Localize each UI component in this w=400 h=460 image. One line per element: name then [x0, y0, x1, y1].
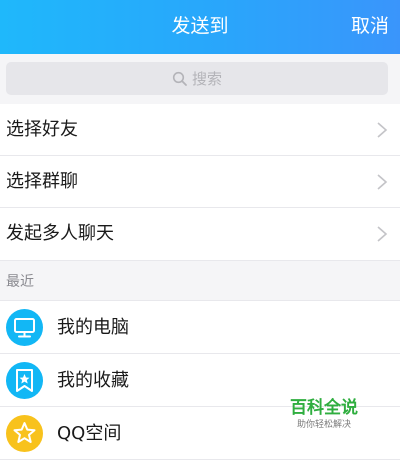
menu-item-label: 发起多人聊天 [6, 223, 114, 244]
select-group-chat-item[interactable]: 选择群聊 [0, 156, 400, 208]
menu-item-label: 选择好友 [6, 119, 78, 140]
qzone-star-icon [13, 422, 36, 443]
search-input[interactable]: 搜索 [6, 62, 388, 95]
avatar [6, 415, 43, 452]
avatar [6, 309, 43, 346]
menu-item-label: 选择群聊 [6, 171, 78, 192]
header-bar: 发送到 取消 [0, 0, 400, 54]
search-area: 搜索 [0, 54, 400, 104]
select-friends-item[interactable]: 选择好友 [0, 104, 400, 156]
recent-item-label: 我的电脑 [57, 317, 129, 338]
recent-section-header: 最近 [0, 261, 400, 301]
watermark-logo: 百科全说 助你轻松解决 [286, 398, 362, 432]
search-icon [172, 71, 187, 86]
recent-item-label: QQ空间 [57, 423, 122, 444]
recent-section-label: 最近 [6, 274, 34, 290]
favorites-star-icon [16, 369, 33, 392]
start-multi-chat-item[interactable]: 发起多人聊天 [0, 208, 400, 261]
chevron-right-icon [377, 226, 388, 242]
chevron-right-icon [377, 122, 388, 138]
watermark-subtitle: 助你轻松解决 [296, 420, 351, 430]
cancel-button[interactable]: 取消 [351, 13, 389, 39]
recent-item-my-computer[interactable]: 我的电脑 [0, 301, 400, 354]
watermark-title: 百科全说 [290, 398, 358, 418]
monitor-icon [14, 318, 35, 338]
recent-item-label: 我的收藏 [57, 370, 129, 391]
share-to-screen: 发送到 取消 搜索 选择好友 选择群聊 发起多人聊天 最近 我的电脑 我的收藏 … [0, 0, 400, 460]
chevron-right-icon [377, 174, 388, 190]
avatar [6, 362, 43, 399]
page-title: 发送到 [171, 15, 229, 37]
search-placeholder: 搜索 [191, 69, 222, 88]
